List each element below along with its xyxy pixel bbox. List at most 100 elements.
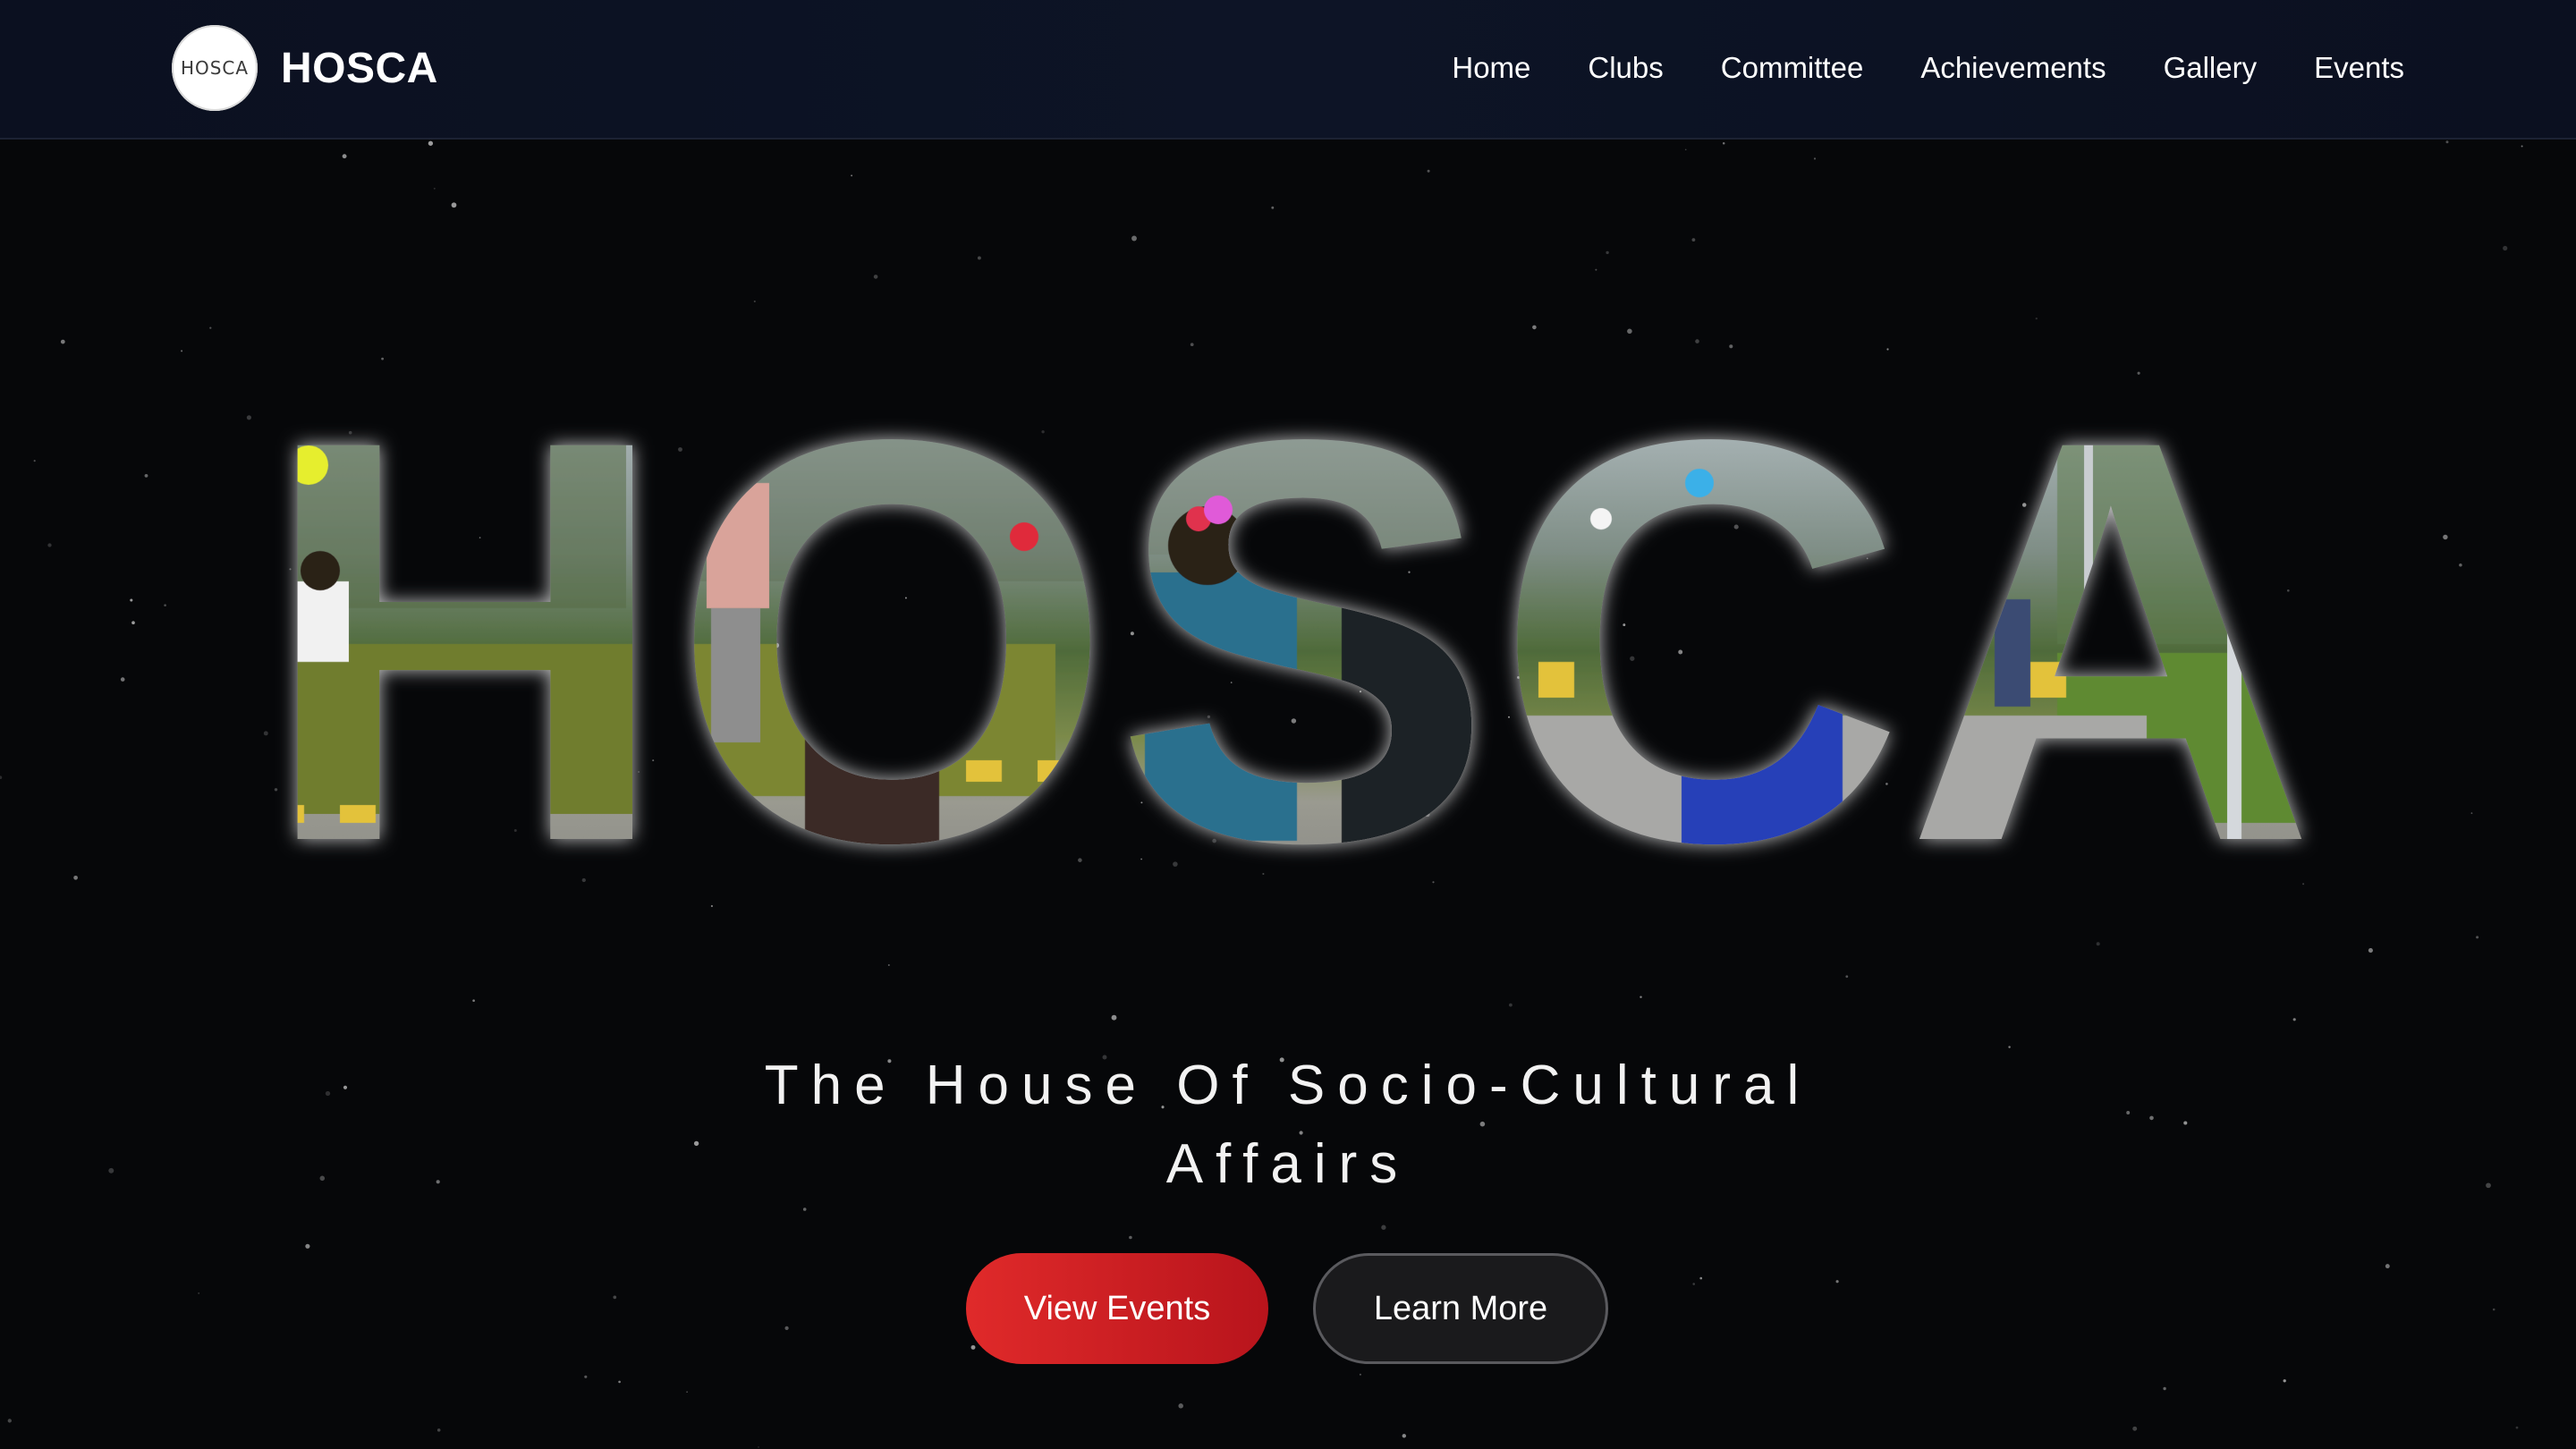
star [584, 1375, 588, 1378]
star [1111, 1014, 1117, 1021]
star [1509, 1003, 1513, 1007]
nav-item-gallery[interactable]: Gallery [2164, 51, 2258, 85]
star [209, 326, 212, 329]
star [1695, 339, 1699, 343]
star [1131, 235, 1137, 242]
nav-item-achievements[interactable]: Achievements [1920, 51, 2106, 85]
star [1692, 1283, 1695, 1285]
logo-text: HOSCA [180, 57, 250, 79]
star [305, 1243, 310, 1249]
tagline-line-2: Affairs [1165, 1133, 1411, 1195]
star [451, 202, 457, 208]
star [1532, 325, 1537, 330]
star [2476, 936, 2479, 939]
star [1359, 1373, 1361, 1376]
star [108, 1167, 114, 1174]
star [60, 339, 65, 344]
star [2283, 1379, 2286, 1383]
star [758, 1446, 759, 1448]
star [1627, 328, 1632, 335]
star [1402, 1434, 1407, 1438]
star [1722, 141, 1725, 145]
view-events-button[interactable]: View Events [966, 1253, 1268, 1364]
star [2515, 1426, 2519, 1429]
star [2492, 1308, 2496, 1311]
star [2137, 371, 2140, 375]
star [1271, 206, 1275, 209]
star [802, 1208, 807, 1211]
star [1190, 343, 1194, 347]
hero-hosca-text: HOSCA [259, 376, 2317, 877]
star [2132, 1426, 2138, 1431]
star [1813, 157, 1817, 160]
star [2149, 1115, 2154, 1121]
star [2486, 1182, 2491, 1189]
star [1432, 881, 1435, 884]
star [343, 1085, 348, 1089]
star [2126, 1111, 2131, 1114]
star [710, 904, 713, 908]
nav-item-committee[interactable]: Committee [1721, 51, 1864, 85]
star [613, 1295, 617, 1300]
star [693, 1140, 699, 1147]
star [2163, 1386, 2166, 1391]
nav-item-events[interactable]: Events [2314, 51, 2404, 85]
star [198, 1292, 200, 1294]
star [2521, 145, 2523, 148]
nav-item-home[interactable]: Home [1452, 51, 1530, 85]
star [1835, 1280, 1839, 1284]
star [1699, 1276, 1703, 1280]
tagline-line-1: The House Of Socio-Cultural [764, 1055, 1812, 1116]
star [342, 154, 347, 159]
star [873, 275, 878, 279]
brand-name: HOSCA [281, 44, 438, 92]
star [784, 1326, 789, 1331]
navbar: HOSCA HOSCA Home Clubs Committee Achieve… [0, 0, 2576, 140]
star [2302, 883, 2305, 886]
star [2385, 1264, 2390, 1269]
star [970, 1344, 976, 1350]
star [325, 1090, 331, 1097]
star [1691, 238, 1696, 242]
star [2445, 140, 2449, 144]
star [1886, 348, 1889, 351]
brand-home-link[interactable]: HOSCA HOSCA [172, 25, 438, 111]
hero-word-text: HOSCA [259, 376, 2317, 877]
nav-item-clubs[interactable]: Clubs [1588, 51, 1663, 85]
star [1178, 1403, 1183, 1409]
star [1427, 169, 1430, 173]
star [1640, 996, 1642, 998]
star [1845, 975, 1849, 979]
star [1595, 268, 1597, 271]
star [581, 877, 586, 883]
star [381, 357, 385, 360]
star [436, 1428, 441, 1432]
star [618, 1380, 621, 1384]
page: HOSCA HOSCA Home Clubs Committee Achieve… [0, 0, 2576, 1449]
learn-more-button[interactable]: Learn More [1313, 1253, 1608, 1364]
star [2368, 948, 2373, 953]
star [1729, 344, 1733, 349]
star [2096, 942, 2100, 946]
star [1684, 148, 1687, 151]
star [686, 1391, 688, 1394]
star [436, 1180, 440, 1184]
star [2503, 245, 2508, 251]
star [887, 964, 890, 966]
star [1381, 1224, 1386, 1230]
star [433, 187, 436, 190]
star [2035, 317, 2038, 320]
star [977, 256, 981, 260]
star [319, 1175, 326, 1182]
star [472, 999, 475, 1003]
star [1606, 250, 1609, 255]
brand-logo: HOSCA [172, 25, 258, 111]
star [2008, 1046, 2011, 1048]
star [851, 174, 853, 177]
star [428, 140, 434, 146]
star [2183, 1121, 2188, 1125]
nav-links: Home Clubs Committee Achievements Galler… [1452, 0, 2404, 136]
star [7, 1419, 12, 1423]
star [2292, 1018, 2296, 1021]
hero-tagline: The House Of Socio-Cultural Affairs [707, 1046, 1869, 1204]
